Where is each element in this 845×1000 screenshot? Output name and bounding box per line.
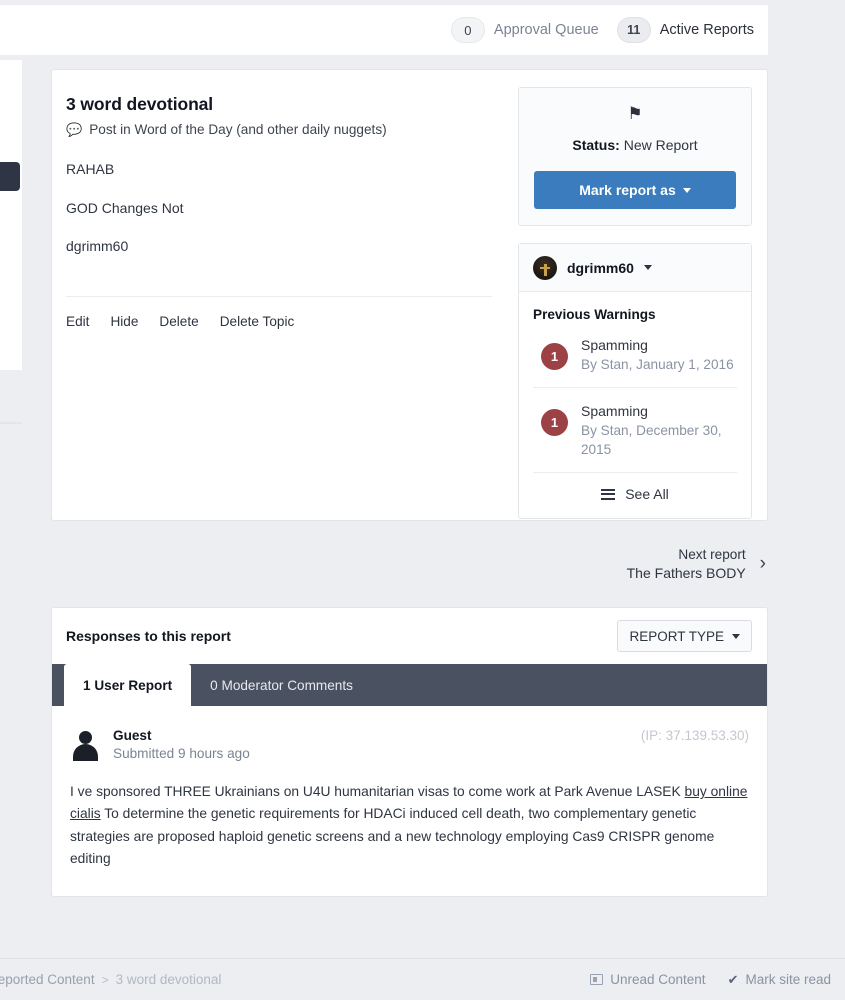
- tab-user-reports[interactable]: 1 User Report: [64, 664, 192, 706]
- next-report-label: Next report: [678, 546, 746, 562]
- list-icon: [601, 486, 616, 502]
- see-all-label: See All: [625, 486, 669, 503]
- responses-card: Responses to this report REPORT TYPE 1 U…: [51, 607, 768, 898]
- mark-report-as-label: Mark report as: [579, 182, 676, 198]
- flag-icon: ⚑: [627, 104, 643, 123]
- check-icon: ✔: [727, 971, 739, 987]
- warning-reason: Spamming: [581, 337, 648, 353]
- report-type-label: REPORT TYPE: [629, 628, 724, 644]
- comment-author: Guest: [113, 728, 152, 743]
- warning-count-badge: 1: [541, 409, 568, 437]
- responses-header: Responses to this report REPORT TYPE: [52, 608, 767, 664]
- main-column: 3 word devotional 💬 Post in Word of the …: [51, 69, 768, 898]
- delete-button[interactable]: Delete: [159, 314, 198, 329]
- mark-site-read-label: Mark site read: [745, 972, 831, 987]
- comment-bubble-icon: 💬: [66, 122, 83, 137]
- report-subtitle: 💬 Post in Word of the Day (and other dai…: [66, 122, 492, 137]
- username: dgrimm60: [567, 259, 634, 276]
- comment-text: I ve sponsored THREE Ukrainians on U4U h…: [70, 781, 749, 870]
- warning-count-badge: 1: [541, 343, 568, 370]
- footer-bar: Reported Content > 3 word devotional Unr…: [0, 958, 845, 1000]
- breadcrumb: Reported Content > 3 word devotional: [0, 972, 221, 987]
- report-actions: Edit Hide Delete Delete Topic: [66, 297, 492, 329]
- active-reports-counter[interactable]: 11 Active Reports: [616, 17, 754, 43]
- hide-button[interactable]: Hide: [110, 314, 138, 329]
- newspaper-icon: [590, 974, 604, 985]
- status-value: New Report: [623, 137, 698, 153]
- mark-site-read-link[interactable]: ✔ Mark site read: [728, 972, 831, 988]
- guest-avatar-icon: [70, 730, 101, 761]
- left-sidebar-panel: [0, 60, 22, 424]
- approval-queue-counter[interactable]: 0 Approval Queue: [450, 17, 617, 43]
- comment-text-after: To determine the genetic requirements fo…: [70, 806, 715, 867]
- page-title: 3 word devotional: [66, 94, 214, 114]
- chevron-down-icon: [732, 633, 740, 639]
- report-content: 3 word devotional 💬 Post in Word of the …: [52, 70, 518, 520]
- previous-warnings-title: Previous Warnings: [533, 307, 656, 322]
- avatar: [533, 255, 557, 280]
- comment-ip: (IP: 37.139.53.30): [640, 728, 749, 743]
- user-panel: dgrimm60 Previous Warnings 1 Spamming By…: [518, 243, 752, 520]
- warning-meta: By Stan, January 1, 2016: [581, 357, 734, 372]
- report-card: 3 word devotional 💬 Post in Word of the …: [51, 69, 768, 521]
- warning-meta: By Stan, December 30, 2015: [581, 423, 722, 457]
- next-report-link[interactable]: Next report The Fathers BODY ›: [51, 541, 768, 587]
- active-reports-label: Active Reports: [659, 22, 754, 38]
- unread-content-link[interactable]: Unread Content: [590, 972, 706, 987]
- breadcrumb-current: 3 word devotional: [115, 972, 222, 987]
- active-reports-count: 11: [616, 17, 651, 43]
- status-label: Status:: [572, 137, 620, 153]
- comment-text-before: I ve sponsored THREE Ukrainians on U4U h…: [70, 784, 685, 799]
- user-report-comment: Guest Submitted 9 hours ago (IP: 37.139.…: [52, 706, 767, 896]
- warning-reason: Spamming: [581, 403, 648, 420]
- report-subtitle-text: Post in Word of the Day (and other daily…: [89, 122, 387, 137]
- report-body-line: RAHAB: [66, 161, 115, 177]
- chevron-down-icon: [643, 265, 652, 270]
- breadcrumb-separator-icon: >: [101, 972, 109, 987]
- edit-button[interactable]: Edit: [66, 314, 89, 329]
- comment-header: Guest Submitted 9 hours ago (IP: 37.139.…: [70, 728, 749, 761]
- report-sidebar: ⚑ Status: New Report Mark report as dgri…: [518, 70, 767, 520]
- responses-title: Responses to this report: [66, 628, 231, 644]
- approval-queue-count: 0: [450, 17, 485, 43]
- delete-topic-button[interactable]: Delete Topic: [220, 314, 295, 329]
- approval-queue-label: Approval Queue: [493, 22, 599, 38]
- chevron-down-icon: [682, 187, 691, 193]
- report-type-dropdown[interactable]: REPORT TYPE: [617, 620, 752, 652]
- user-panel-header[interactable]: dgrimm60: [519, 244, 751, 292]
- report-body-line: GOD Changes Not: [66, 199, 184, 216]
- top-counter-bar: 0 Approval Queue 11 Active Reports: [0, 5, 768, 55]
- user-panel-body: Previous Warnings 1 Spamming By Stan, Ja…: [519, 292, 751, 518]
- warning-item: 1 Spamming By Stan, December 30, 2015: [533, 387, 737, 472]
- responses-tabbar: 1 User Report 0 Moderator Comments: [52, 664, 767, 706]
- next-report-title: The Fathers BODY: [626, 564, 746, 581]
- sidebar-divider: [0, 422, 22, 424]
- footer-links: Unread Content ✔ Mark site read: [590, 972, 831, 988]
- breadcrumb-parent[interactable]: Reported Content: [0, 972, 95, 987]
- warning-item: 1 Spamming By Stan, January 1, 2016: [533, 322, 737, 387]
- report-body: RAHAB GOD Changes Not dgrimm60: [66, 161, 492, 256]
- unread-content-label: Unread Content: [610, 972, 706, 987]
- status-panel: ⚑ Status: New Report Mark report as: [518, 87, 752, 226]
- tab-moderator-comments[interactable]: 0 Moderator Comments: [191, 664, 372, 706]
- tab-moderator-comments-label: 0 Moderator Comments: [210, 677, 353, 693]
- chevron-right-icon: ›: [759, 553, 766, 574]
- report-body-line: dgrimm60: [66, 238, 129, 254]
- tab-user-reports-label: 1 User Report: [83, 677, 173, 693]
- status-line: Status: New Report: [534, 137, 736, 153]
- mark-report-as-button[interactable]: Mark report as: [534, 171, 736, 209]
- sidebar-selected-item[interactable]: [0, 162, 20, 191]
- comment-timestamp: Submitted 9 hours ago: [113, 746, 250, 761]
- see-all-warnings-button[interactable]: See All: [533, 472, 737, 506]
